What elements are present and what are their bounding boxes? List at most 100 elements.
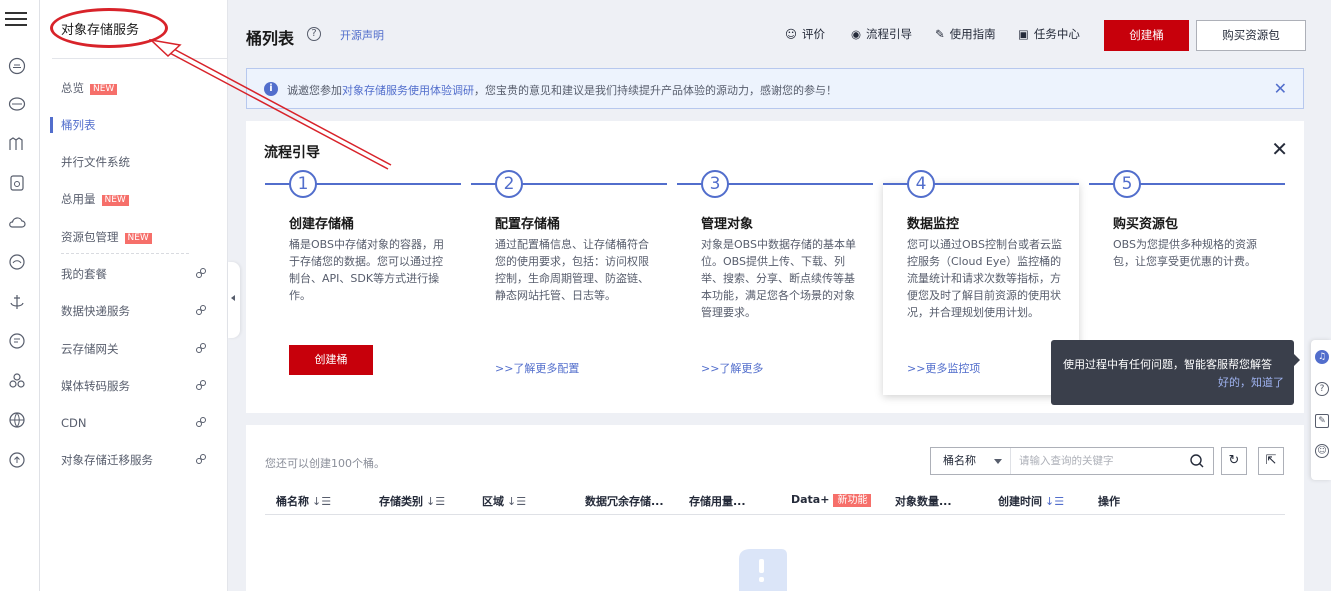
col-storage-usage: 存储用量...: [689, 495, 746, 508]
step-card-manage: 3 管理对象 对象是OBS中数据存储的基本单位。OBS提供上传、下载、列举、搜索…: [677, 170, 873, 395]
cloud-outline-icon[interactable]: [8, 214, 26, 232]
sidebar-item-parallel-fs[interactable]: 并行文件系统: [61, 152, 221, 172]
database-icon[interactable]: [8, 95, 26, 113]
new-badge: NEW: [90, 84, 118, 95]
help-icon[interactable]: ?: [307, 27, 321, 41]
step-description: 您可以通过OBS控制台或者云监控服务（Cloud Eye）监控桶的流量统计和请求…: [907, 238, 1062, 319]
col-bucket-name[interactable]: 桶名称 ↓☰: [276, 493, 331, 509]
dismiss-tooltip-link[interactable]: 好的，知道了: [1218, 374, 1284, 390]
sidebar-collapse-toggle[interactable]: [228, 262, 240, 338]
task-center-action[interactable]: ▣ 任务中心: [1018, 26, 1080, 42]
sidebar: 对象存储服务 总览 NEW 桶列表 并行文件系统 总用量 NEW 资源包管理 NEW …: [40, 0, 228, 591]
cluster-icon[interactable]: [8, 135, 26, 153]
sidebar-item-migration[interactable]: 对象存储迁移服务: [61, 450, 221, 470]
menu-icon[interactable]: [5, 8, 27, 28]
smile-icon[interactable]: ☺: [1315, 444, 1329, 458]
search-field-select[interactable]: 桶名称: [931, 448, 1011, 474]
col-created-time[interactable]: 创建时间 ↓☰: [998, 493, 1064, 509]
guide-title: 流程引导: [264, 145, 320, 161]
new-badge: NEW: [124, 233, 152, 244]
step-number: 3: [701, 170, 729, 198]
survey-link[interactable]: 对象存储服务使用体验调研: [342, 84, 474, 97]
clipboard-icon: ▣: [1018, 27, 1029, 41]
close-icon[interactable]: ✕: [1271, 137, 1288, 161]
step-title: 数据监控: [907, 217, 960, 232]
help-icon[interactable]: ?: [1315, 382, 1329, 396]
icon-rail: [0, 0, 40, 591]
step-description: OBS为您提供多种规格的资源包，让您享受更优惠的计费。: [1113, 238, 1257, 268]
sidebar-item-resource-packages[interactable]: 资源包管理 NEW: [61, 227, 221, 247]
cloud-upload-icon[interactable]: [8, 451, 26, 469]
sort-icon: ↓☰: [312, 495, 332, 508]
step-number: 5: [1113, 170, 1141, 198]
feedback-icon[interactable]: ✎: [1315, 414, 1329, 428]
floating-toolbar: ♫ ? ✎ ☺: [1311, 340, 1331, 480]
sidebar-item-overview[interactable]: 总览 NEW: [61, 78, 221, 98]
tooltip-arrow: [1294, 354, 1300, 366]
search-icon[interactable]: [1189, 453, 1205, 469]
external-link-icon: [196, 343, 206, 353]
survey-notice: i 诚邀您参加对象存储服务使用体验调研，您宝贵的意见和建议是我们持续提升产品体验…: [246, 68, 1304, 109]
sort-icon: ↓☰: [507, 495, 527, 508]
page-header: 桶列表 ? 开源声明 ☺ 评价 ◉ 流程引导 ✎ 使用指南 ▣ 任务中心 创建桶 购买资…: [229, 0, 1331, 60]
col-storage-class[interactable]: 存储类别 ↓☰: [379, 493, 445, 509]
col-region[interactable]: 区域 ↓☰: [482, 493, 526, 509]
sidebar-item-storage-gateway[interactable]: 云存储网关: [61, 339, 221, 359]
disk-icon[interactable]: [8, 174, 26, 192]
caret-down-icon: [994, 459, 1002, 464]
user-guide-action[interactable]: ✎ 使用指南: [935, 26, 996, 42]
sort-icon: ↓☰: [426, 495, 446, 508]
export-icon[interactable]: ⇱: [1258, 447, 1284, 475]
step-description: 通过配置桶信息、让存储桶符合您的使用要求，包括：访问权限控制，生命周期管理、防盗…: [495, 238, 649, 302]
divider: [61, 253, 189, 254]
doc-edit-icon: ✎: [935, 27, 945, 41]
annotation-circle: [50, 8, 168, 48]
sidebar-item-media-transcode[interactable]: 媒体转码服务: [61, 376, 221, 396]
close-icon[interactable]: ✕: [1274, 79, 1287, 98]
search-input[interactable]: [1019, 452, 1179, 470]
info-icon: i: [264, 82, 278, 96]
bucket-search: 桶名称: [930, 447, 1214, 475]
external-link-icon: [196, 454, 206, 464]
headset-icon[interactable]: ♫: [1315, 350, 1329, 364]
sidebar-item-usage[interactable]: 总用量 NEW: [61, 189, 221, 209]
sidebar-item-my-plans[interactable]: 我的套餐: [61, 264, 221, 284]
step-number: 4: [907, 170, 935, 198]
new-feature-badge: 新功能: [833, 494, 872, 507]
cloud-icon[interactable]: [8, 57, 26, 75]
globe-icon[interactable]: [8, 411, 26, 429]
learn-more-link[interactable]: >>了解更多: [701, 360, 763, 376]
learn-more-config-link[interactable]: >>了解更多配置: [495, 360, 579, 376]
open-source-link[interactable]: 开源声明: [340, 27, 384, 43]
external-link-icon: [196, 380, 206, 390]
create-bucket-button[interactable]: 创建桶: [289, 345, 373, 375]
external-link-icon: [196, 305, 206, 315]
step-description: 桶是OBS中存储对象的容器，用于存储您的数据。您可以通过控制台、API、SDK等…: [289, 238, 444, 302]
sidebar-item-bucket-list[interactable]: 桶列表: [61, 115, 221, 135]
guide-action[interactable]: ◉ 流程引导: [851, 26, 912, 42]
step-number: 1: [289, 170, 317, 198]
bucket-list-panel: 您还可以创建100个桶。 桶名称 ↻ ⇱ 桶名称↓☰ 存储类别↓☰ 区域↓☰ 数…: [246, 425, 1304, 591]
sidebar-item-data-express[interactable]: 数据快递服务: [61, 301, 221, 321]
buy-resource-package-button[interactable]: 购买资源包: [1196, 20, 1306, 51]
step-description: 对象是OBS中数据存储的基本单位。OBS提供上传、下载、列举、搜索、分享、断点续…: [701, 238, 856, 319]
divider: [52, 58, 227, 59]
col-data-plus: Data+ 新功能: [791, 493, 872, 507]
anchor-icon[interactable]: [8, 293, 26, 311]
sidebar-item-cdn[interactable]: CDN: [61, 413, 221, 433]
table-header: 桶名称 ↓☰ 存储类别 ↓☰ 区域 ↓☰ 数据冗余存储... 存储用量... Data…: [265, 485, 1285, 515]
rate-action[interactable]: ☺ 评价: [785, 26, 825, 42]
tag-icon[interactable]: [8, 332, 26, 350]
step-title: 管理对象: [701, 217, 754, 232]
step-title: 购买资源包: [1113, 217, 1179, 232]
sort-icon: ↓☰: [1045, 495, 1065, 508]
create-bucket-button[interactable]: 创建桶: [1104, 20, 1189, 51]
cloud-loop-icon[interactable]: [8, 253, 26, 271]
nodes-icon[interactable]: [8, 372, 26, 390]
notice-text: 诚邀您参加对象存储服务使用体验调研，您宝贵的意见和建议是我们持续提升产品体验的源…: [287, 84, 837, 97]
active-indicator: [50, 117, 53, 133]
more-monitoring-link[interactable]: >>更多监控项: [907, 360, 980, 376]
eye-icon: ◉: [851, 27, 862, 41]
refresh-icon[interactable]: ↻: [1221, 447, 1247, 475]
step-card-monitor: 4 数据监控 您可以通过OBS控制台或者云监控服务（Cloud Eye）监控桶的…: [883, 170, 1079, 395]
